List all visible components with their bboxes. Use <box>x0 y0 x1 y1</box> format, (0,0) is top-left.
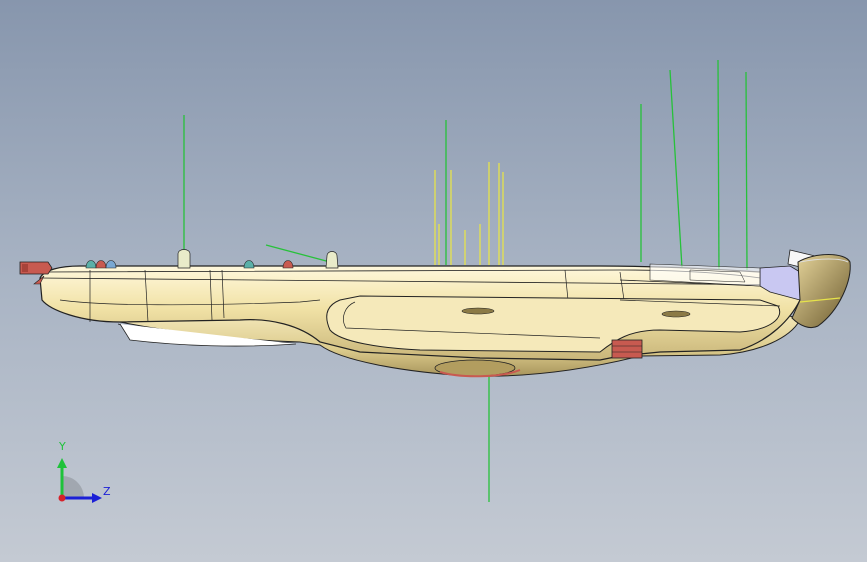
cad-viewport[interactable]: Y Z <box>0 0 867 562</box>
triad-graphic <box>57 458 102 503</box>
triad-plane <box>62 476 84 498</box>
reference-lines-yellow <box>434 162 504 265</box>
origin-dot <box>58 494 66 502</box>
z-axis-label: Z <box>103 485 111 498</box>
axis-triad: Y Z <box>40 436 120 516</box>
3d-model-view[interactable] <box>0 0 867 562</box>
y-axis-label: Y <box>59 440 66 453</box>
y-axis-arrowhead <box>57 458 67 468</box>
z-axis-arrowhead <box>92 493 102 503</box>
bow-nose[interactable] <box>791 254 851 329</box>
